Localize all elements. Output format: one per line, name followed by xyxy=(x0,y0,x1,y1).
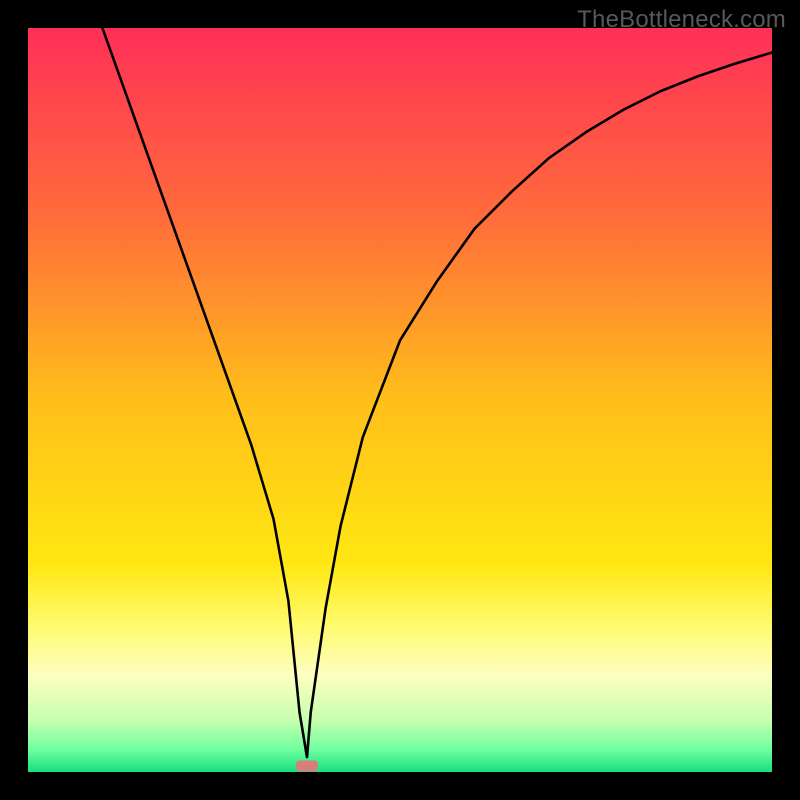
watermark-label: TheBottleneck.com xyxy=(577,6,786,34)
chart-frame: TheBottleneck.com xyxy=(0,0,800,800)
chart-svg xyxy=(28,28,772,772)
plot-area xyxy=(28,28,772,772)
gradient-background xyxy=(28,28,772,772)
optimal-marker xyxy=(296,761,318,772)
